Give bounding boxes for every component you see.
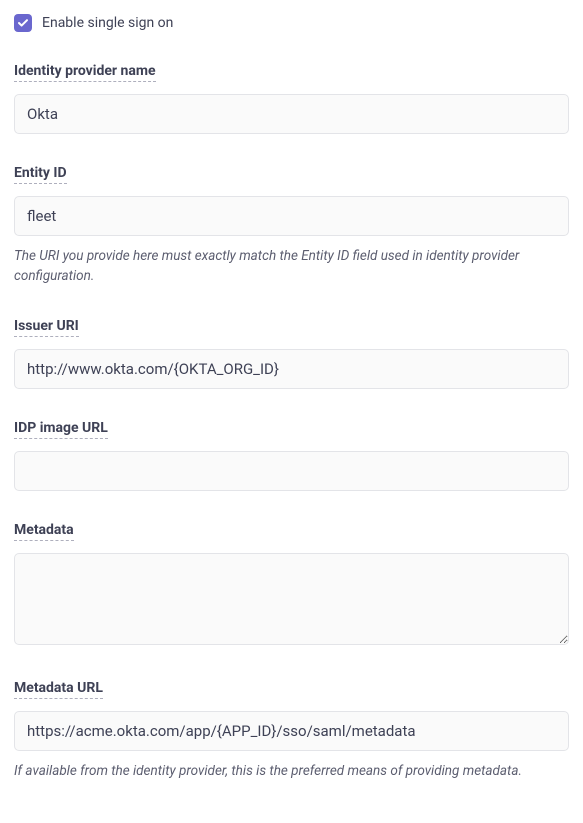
enable-sso-checkbox[interactable] xyxy=(14,14,32,32)
idp-image-url-label: IDP image URL xyxy=(14,420,108,439)
idp-name-label: Identity provider name xyxy=(14,63,156,82)
entity-id-input[interactable] xyxy=(14,196,569,236)
entity-id-group: Entity ID The URI you provide here must … xyxy=(14,162,569,287)
issuer-uri-group: Issuer URI xyxy=(14,315,569,389)
metadata-textarea[interactable] xyxy=(14,553,569,645)
enable-sso-label: Enable single sign on xyxy=(42,15,173,31)
issuer-uri-label: Issuer URI xyxy=(14,318,79,337)
entity-id-help: The URI you provide here must exactly ma… xyxy=(14,246,569,287)
metadata-url-label: Metadata URL xyxy=(14,680,103,699)
metadata-label: Metadata xyxy=(14,522,74,541)
metadata-url-help: If available from the identity provider,… xyxy=(14,761,569,781)
idp-image-url-input[interactable] xyxy=(14,451,569,491)
checkmark-icon xyxy=(17,17,29,29)
idp-name-group: Identity provider name xyxy=(14,60,569,134)
metadata-url-input[interactable] xyxy=(14,711,569,751)
entity-id-label: Entity ID xyxy=(14,165,67,184)
metadata-group: Metadata xyxy=(14,519,569,649)
issuer-uri-input[interactable] xyxy=(14,349,569,389)
metadata-url-group: Metadata URL If available from the ident… xyxy=(14,677,569,781)
idp-image-url-group: IDP image URL xyxy=(14,417,569,491)
idp-name-input[interactable] xyxy=(14,94,569,134)
enable-sso-row: Enable single sign on xyxy=(14,14,569,32)
